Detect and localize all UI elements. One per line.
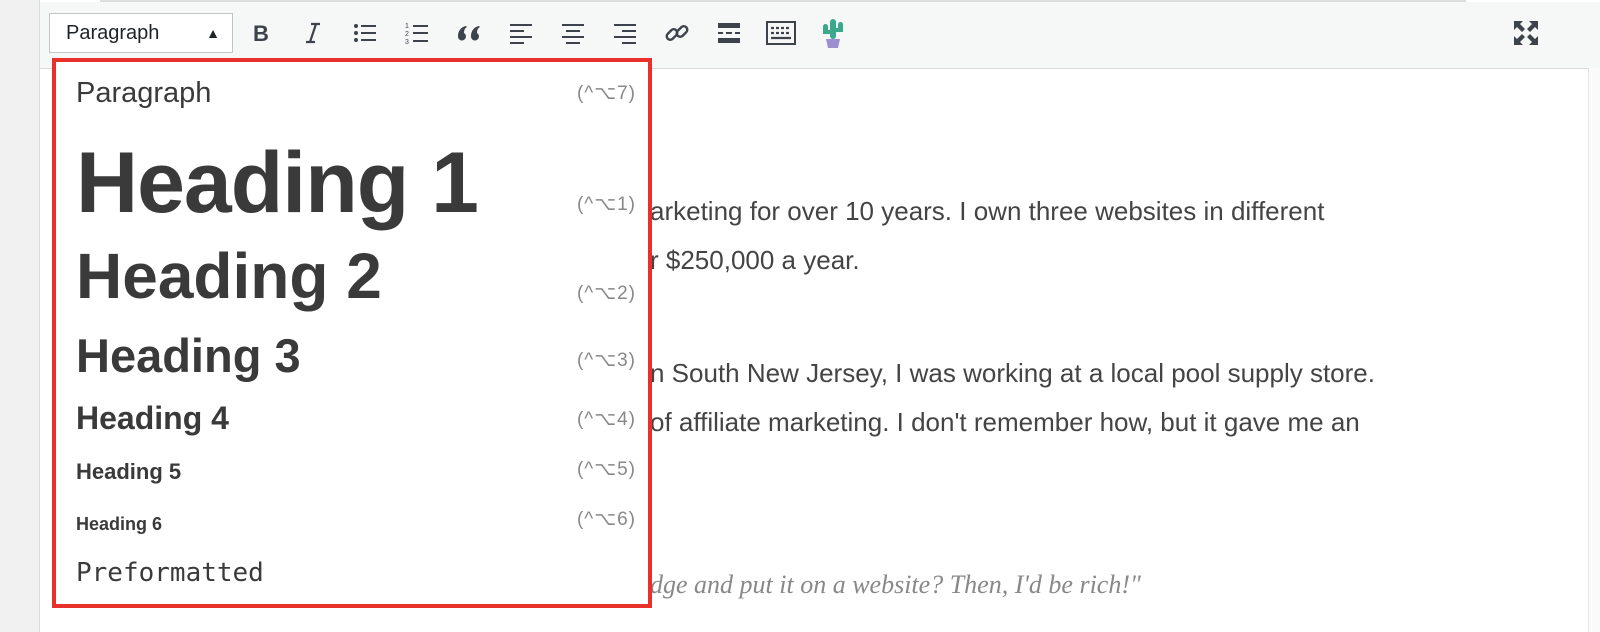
format-option-heading-6[interactable]: Heading 6 (^⌥6)	[56, 496, 648, 548]
bulleted-list-button[interactable]	[348, 16, 382, 50]
bold-icon: B	[250, 22, 272, 44]
align-left-button[interactable]	[504, 16, 538, 50]
numbered-list-button[interactable]: 123	[400, 16, 434, 50]
toolbar-toggle-button[interactable]	[764, 16, 798, 50]
format-option-label: Preformatted	[76, 558, 264, 588]
cactus-plugin-button[interactable]	[816, 16, 850, 50]
format-option-shortcut: (^⌥1)	[576, 194, 636, 215]
cactus-icon	[821, 17, 845, 49]
format-option-shortcut: (^⌥4)	[576, 409, 636, 430]
blockquote-button[interactable]	[452, 16, 486, 50]
format-option-preformatted[interactable]: Preformatted	[56, 548, 648, 604]
format-select-value: Paragraph	[66, 21, 160, 44]
format-option-label: Heading 3	[76, 329, 301, 382]
format-option-label: Heading 6	[76, 514, 163, 534]
svg-text:B: B	[253, 22, 269, 44]
dropdown-arrow-icon: ▲	[206, 25, 220, 41]
svg-text:1: 1	[405, 23, 409, 30]
format-option-shortcut: (^⌥6)	[576, 509, 636, 530]
content-quote: dge and put it on a website? Then, I'd b…	[650, 570, 1141, 599]
format-option-label: Heading 4	[76, 400, 229, 436]
align-left-icon	[509, 22, 533, 44]
fullscreen-icon	[1512, 19, 1540, 47]
content-line-4: of affiliate marketing. I don't remember…	[650, 407, 1360, 437]
bold-button[interactable]: B	[244, 16, 278, 50]
svg-text:2: 2	[405, 31, 409, 38]
read-more-icon	[717, 22, 741, 44]
align-center-button[interactable]	[556, 16, 590, 50]
svg-text:3: 3	[405, 39, 409, 45]
format-option-label: Paragraph	[76, 77, 212, 109]
format-option-heading-2[interactable]: Heading 2 (^⌥2)	[56, 234, 648, 320]
content-line-2: r $250,000 a year.	[650, 245, 860, 275]
link-icon	[664, 20, 690, 46]
format-select[interactable]: Paragraph ▲	[49, 13, 233, 53]
italic-button[interactable]	[296, 16, 330, 50]
format-option-shortcut: (^⌥3)	[576, 350, 636, 371]
read-more-button[interactable]	[712, 16, 746, 50]
align-right-icon	[613, 22, 637, 44]
keyboard-icon	[766, 21, 796, 45]
insert-link-button[interactable]	[660, 16, 694, 50]
format-option-label: Heading 2	[76, 240, 382, 312]
format-option-shortcut: (^⌥2)	[576, 283, 636, 304]
format-option-heading-3[interactable]: Heading 3 (^⌥3)	[56, 320, 648, 386]
align-center-icon	[561, 22, 585, 44]
format-option-paragraph[interactable]: Paragraph (^⌥7)	[56, 62, 648, 130]
content-line-3: n South New Jersey, I was working at a l…	[650, 358, 1375, 388]
bulleted-list-icon	[353, 22, 377, 44]
scrollbar[interactable]	[1588, 68, 1600, 632]
format-option-label: Heading 5	[76, 459, 182, 484]
fullscreen-button[interactable]	[1509, 16, 1543, 50]
italic-icon	[302, 21, 324, 45]
format-option-heading-1[interactable]: Heading 1 (^⌥1)	[56, 130, 648, 234]
content-line-1: arketing for over 10 years. I own three …	[650, 196, 1325, 226]
format-option-heading-4[interactable]: Heading 4 (^⌥4)	[56, 386, 648, 444]
blockquote-icon	[456, 22, 482, 44]
format-option-label: Heading 1	[76, 135, 479, 231]
numbered-list-icon: 123	[405, 21, 429, 45]
format-option-shortcut: (^⌥5)	[576, 459, 636, 480]
align-right-button[interactable]	[608, 16, 642, 50]
format-option-heading-5[interactable]: Heading 5 (^⌥5)	[56, 444, 648, 496]
format-dropdown-menu: Paragraph (^⌥7) Heading 1 (^⌥1) Heading …	[52, 58, 652, 608]
format-option-shortcut: (^⌥7)	[576, 83, 636, 104]
